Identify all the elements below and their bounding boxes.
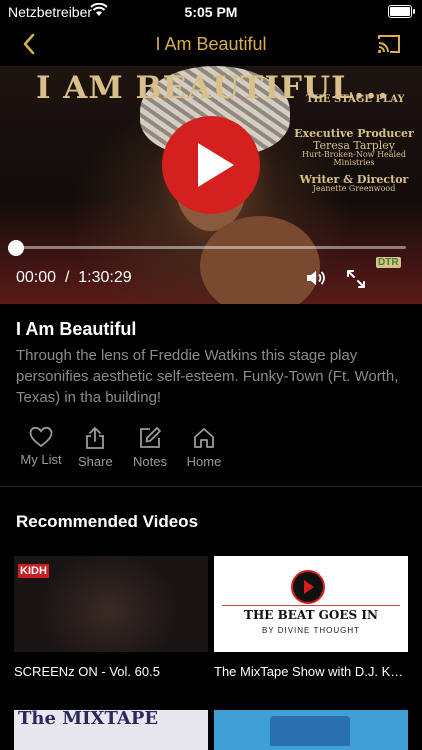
current-time: 00:00 — [16, 269, 57, 286]
play-icon — [198, 143, 234, 187]
my-list-label: My List — [20, 452, 62, 467]
video-card-title: SCREENz ON - Vol. 60.5 — [14, 664, 160, 679]
video-thumbnail: KIDH — [14, 556, 208, 652]
video-thumbnail: THE BEAT GOES IN BY DIVINE THOUGHT — [214, 556, 408, 652]
video-card[interactable] — [214, 710, 408, 750]
poster-shoulder — [200, 216, 320, 304]
fullscreen-icon[interactable] — [346, 269, 366, 289]
seek-bar[interactable] — [16, 246, 406, 249]
channel-logo: DTR — [376, 257, 401, 268]
thumbnail-line-1: THE BEAT GOES IN — [244, 608, 378, 622]
nav-bar: I Am Beautiful — [0, 24, 422, 66]
thumbnail-word: The MIXTAPE — [18, 710, 159, 729]
video-title: I Am Beautiful — [16, 319, 137, 339]
play-disc-icon — [291, 570, 325, 604]
video-card[interactable]: KIDH SCREENz ON - Vol. 60.5 — [14, 556, 208, 679]
time-separator: / — [64, 269, 70, 286]
video-thumbnail: The MIXTAPE — [14, 710, 208, 750]
play-button[interactable] — [162, 116, 260, 214]
heart-icon — [29, 426, 53, 448]
status-bar: Netzbetreiber 5:05 PM — [0, 0, 422, 24]
playback-time: 00:00 / 1:30:29 — [16, 269, 132, 287]
video-description: Through the lens of Freddie Watkins this… — [16, 347, 399, 406]
status-time: 5:05 PM — [184, 4, 238, 20]
my-list-button[interactable]: My List — [20, 426, 62, 467]
home-label: Home — [186, 454, 222, 469]
video-card-title: The MixTape Show with D.J. Kane — [214, 664, 408, 679]
cast-icon[interactable] — [376, 32, 402, 56]
section-heading: Recommended Videos — [16, 512, 199, 531]
thumbnail-line-2: BY DIVINE THOUGHT — [261, 626, 361, 635]
notes-button[interactable]: Notes — [132, 426, 168, 469]
writer-name: Jeanette Greenwood — [312, 184, 396, 194]
poster-credits: Executive Producer Teresa Tarpley Hurt-B… — [292, 128, 416, 194]
thumbnail-logo: KIDH — [18, 564, 49, 578]
share-button[interactable]: Share — [78, 426, 113, 469]
seek-handle[interactable] — [8, 240, 24, 256]
share-label: Share — [78, 454, 113, 469]
notes-label: Notes — [133, 454, 167, 469]
home-button[interactable]: Home — [186, 426, 222, 469]
edit-icon — [140, 427, 161, 448]
share-icon — [86, 427, 104, 449]
page-title: I Am Beautiful — [155, 34, 267, 54]
video-thumbnail — [214, 710, 408, 750]
poster-subtitle: THE STAGE PLAY — [306, 94, 405, 105]
thumbnail-art — [270, 716, 350, 746]
video-card[interactable]: The MIXTAPE — [14, 710, 208, 750]
action-bar: My List Share Notes Home — [0, 426, 422, 470]
video-card[interactable]: THE BEAT GOES IN BY DIVINE THOUGHT The M… — [214, 556, 408, 679]
home-icon — [194, 428, 214, 448]
battery-icon — [388, 5, 415, 18]
volume-icon[interactable] — [305, 268, 327, 288]
exec-tagline: Hurt-Broken-Now Healed Ministries — [302, 150, 406, 168]
exec-heading: Executive Producer — [294, 127, 414, 140]
duration: 1:30:29 — [78, 269, 132, 286]
divider — [0, 486, 422, 487]
video-player[interactable]: I AM BEAUTIFUL... THE STAGE PLAY Executi… — [0, 66, 422, 304]
